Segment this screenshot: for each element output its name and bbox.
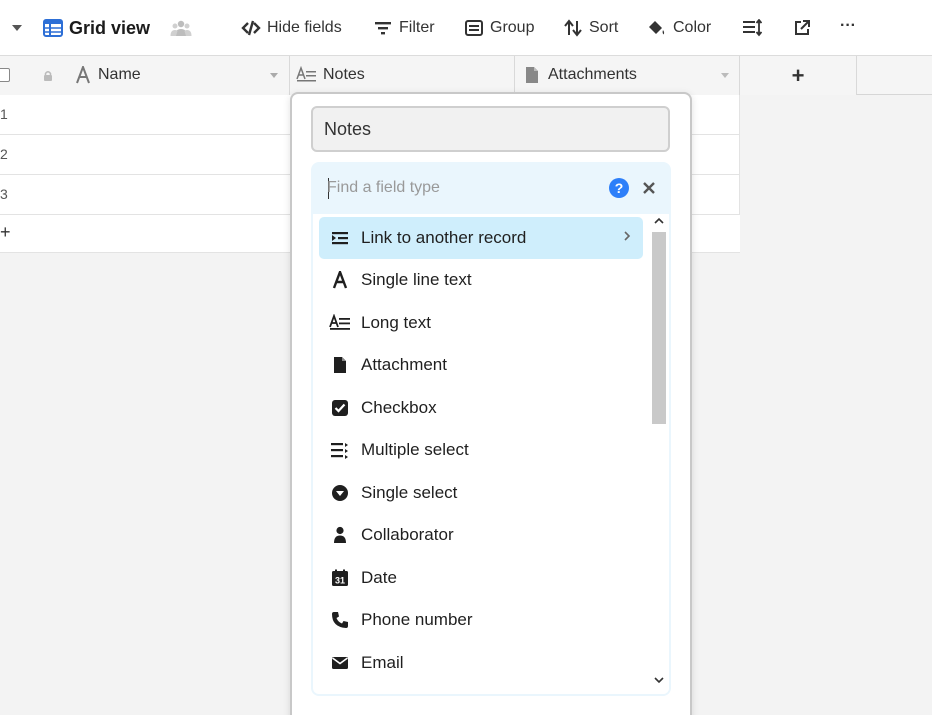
text-a-icon	[75, 66, 91, 84]
group-icon	[464, 18, 484, 38]
view-switcher-chevron-icon[interactable]	[10, 17, 24, 39]
field-type-option[interactable]: Link to another record	[319, 217, 643, 259]
paint-bucket-icon	[647, 18, 667, 38]
row-number: 2	[0, 146, 8, 162]
field-type-label: Single select	[361, 483, 458, 502]
filter-button[interactable]: Filter	[373, 17, 435, 39]
file-icon	[525, 66, 539, 84]
hide-fields-button[interactable]: Hide fields	[241, 17, 342, 39]
field-type-option[interactable]: Single select	[319, 472, 643, 514]
field-type-label: Link to another record	[361, 228, 527, 247]
column-menu-chevron-icon[interactable]	[720, 72, 730, 80]
checkbox-icon	[329, 397, 351, 419]
field-type-picker: ? Link to another record Single line tex…	[311, 162, 671, 696]
group-label: Group	[490, 19, 535, 36]
multi-select-icon	[329, 439, 351, 461]
primary-column-header[interactable]: Name	[0, 56, 290, 95]
field-type-option[interactable]: Collaborator	[319, 514, 643, 556]
view-switcher[interactable]: Grid view	[43, 17, 150, 39]
column-header-notes[interactable]: Notes	[290, 56, 515, 95]
close-icon[interactable]	[639, 178, 659, 198]
field-type-label: Checkbox	[361, 398, 437, 417]
envelope-icon	[329, 652, 351, 674]
long-text-icon	[329, 312, 351, 334]
filter-label: Filter	[399, 19, 435, 36]
row-height-icon[interactable]	[742, 17, 762, 39]
calendar-icon: 31	[329, 567, 351, 589]
field-type-option[interactable]: Checkbox	[319, 387, 643, 429]
field-type-label: Long text	[361, 313, 431, 332]
field-type-option[interactable]: Single line text	[319, 259, 643, 301]
field-type-label: Email	[361, 653, 404, 672]
add-row-plus: +	[0, 222, 11, 242]
link-records-icon	[329, 227, 351, 249]
group-button[interactable]: Group	[464, 17, 534, 39]
select-all-checkbox[interactable]	[0, 68, 10, 82]
view-toolbar: Grid view Hide fields Filter Group Sort …	[0, 0, 932, 56]
sort-label: Sort	[589, 19, 619, 36]
field-type-option[interactable]: Email	[319, 642, 643, 684]
field-type-option[interactable]: Attachment	[319, 344, 643, 386]
scrollbar[interactable]	[649, 214, 669, 694]
color-label: Color	[673, 19, 712, 36]
field-editor-popup: Notes ? Link to another record	[290, 92, 692, 715]
sort-icon	[563, 18, 583, 38]
field-type-option[interactable]: Phone number	[319, 599, 643, 641]
field-type-option[interactable]: 31 Date	[319, 557, 643, 599]
field-type-list: Link to another record Single line text …	[313, 214, 669, 694]
long-text-icon	[296, 66, 318, 84]
text-a-icon	[329, 269, 351, 291]
scroll-down-chevron-icon[interactable]	[654, 676, 664, 684]
collaborators-icon[interactable]	[170, 17, 192, 39]
field-type-label: Collaborator	[361, 525, 454, 544]
lock-icon	[42, 70, 54, 82]
help-icon[interactable]: ?	[609, 178, 629, 198]
eye-slash-icon	[241, 18, 261, 38]
person-icon	[329, 524, 351, 546]
field-type-option[interactable]: Multiple select	[319, 429, 643, 471]
field-type-label: Phone number	[361, 610, 473, 629]
column-header-label: Notes	[323, 66, 365, 83]
view-name: Grid view	[69, 17, 151, 38]
column-header-attachments[interactable]: Attachments	[515, 56, 740, 95]
field-type-label: Attachment	[361, 355, 447, 374]
color-button[interactable]: Color	[647, 17, 711, 39]
row-number: 3	[0, 186, 8, 202]
column-header-name: Name	[98, 66, 141, 83]
field-type-search: ?	[311, 162, 671, 214]
grid-header: Name Notes Attachments +	[0, 56, 932, 95]
column-header-label: Attachments	[548, 66, 637, 83]
field-type-label: Multiple select	[361, 440, 469, 459]
field-type-search-input[interactable]	[327, 176, 587, 200]
field-name-input[interactable]: Notes	[311, 106, 670, 152]
phone-icon	[329, 609, 351, 631]
grid-view-icon	[43, 18, 63, 38]
scroll-up-chevron-icon[interactable]	[654, 217, 664, 225]
row-number: 1	[0, 106, 8, 122]
field-type-label: Date	[361, 568, 397, 587]
filter-icon	[373, 18, 393, 38]
chevron-right-icon	[623, 230, 631, 242]
sort-button[interactable]: Sort	[563, 17, 618, 39]
field-type-option[interactable]: Long text	[319, 302, 643, 344]
add-field-button[interactable]: +	[740, 56, 857, 95]
scrollbar-thumb[interactable]	[652, 232, 666, 424]
hide-fields-label: Hide fields	[267, 19, 342, 36]
field-type-label: Single line text	[361, 270, 472, 289]
column-menu-chevron-icon[interactable]	[269, 72, 279, 80]
share-view-icon[interactable]	[793, 17, 811, 39]
file-icon	[329, 354, 351, 376]
more-options-button[interactable]: ···	[840, 15, 856, 37]
single-select-icon	[329, 482, 351, 504]
calendar-icon-day: 31	[335, 576, 345, 586]
